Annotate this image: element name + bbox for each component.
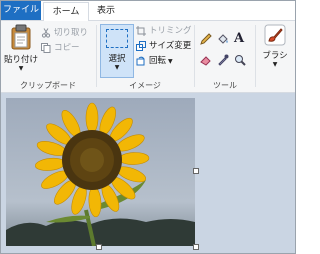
fill-button[interactable]: [217, 33, 229, 48]
brush-label: ブラシ: [262, 51, 288, 61]
tools-group-label: ツール: [213, 81, 237, 90]
tab-view[interactable]: 表示: [89, 2, 123, 20]
color-picker-button[interactable]: [217, 54, 229, 69]
group-divider: [194, 25, 195, 87]
resize-handle-bottom[interactable]: [96, 244, 102, 250]
tab-file[interactable]: ファイル: [1, 1, 41, 20]
crop-button[interactable]: トリミング: [136, 25, 192, 38]
select-button[interactable]: 選択 ▼: [100, 24, 134, 78]
resize-handle-corner[interactable]: [193, 244, 199, 250]
group-divider: [255, 25, 256, 87]
selection-icon: [106, 29, 128, 48]
resize-button[interactable]: サイズ変更: [136, 40, 191, 53]
chevron-down-icon: ▼: [114, 64, 120, 71]
clipboard-group-label: クリップボード: [20, 81, 76, 90]
clipboard-icon: [11, 24, 31, 50]
pencil-button[interactable]: [200, 33, 212, 48]
group-divider: [96, 25, 97, 87]
rotate-icon: [136, 56, 146, 66]
crop-label: トリミング: [149, 26, 192, 36]
copy-icon: [41, 42, 51, 53]
eyedropper-icon: [218, 54, 229, 66]
chevron-down-icon: ▼: [18, 65, 24, 72]
copy-label: コピー: [54, 43, 80, 53]
eraser-button[interactable]: [200, 54, 212, 69]
scissors-icon: [41, 27, 51, 38]
tab-home[interactable]: ホーム: [43, 2, 89, 22]
sunflower-image[interactable]: [6, 98, 195, 246]
magnifier-button[interactable]: [234, 54, 246, 69]
crop-icon: [136, 25, 146, 36]
select-label: 選択: [108, 54, 126, 64]
chevron-down-icon: ▼: [272, 61, 278, 68]
ribbon-tabs: ファイル ホーム 表示: [1, 1, 295, 22]
cut-label: 切り取り: [54, 28, 89, 38]
resize-label: サイズ変更: [149, 41, 192, 51]
copy-button[interactable]: コピー: [41, 42, 80, 55]
pencil-icon: [200, 33, 212, 45]
paste-label: 貼り付け: [4, 55, 39, 65]
cut-button[interactable]: 切り取り: [41, 27, 88, 40]
ribbon: 貼り付け ▼ 切り取り コピー クリップボード 選択 ▼ トリミング サイズ変更…: [1, 21, 295, 93]
resize-icon: [136, 40, 146, 51]
text-icon[interactable]: A: [234, 31, 244, 46]
rotate-label: 回転: [149, 56, 167, 66]
resize-handle-right[interactable]: [193, 168, 199, 174]
brush-icon: [264, 24, 286, 46]
paste-button[interactable]: 貼り付け ▼: [4, 24, 38, 72]
magnifier-icon: [235, 55, 246, 66]
rotate-button[interactable]: 回転 ▼: [136, 55, 173, 68]
brush-button[interactable]: ブラシ ▼: [258, 24, 292, 68]
chevron-down-icon: ▼: [168, 58, 173, 65]
eraser-icon: [200, 56, 211, 66]
image-group-label: イメージ: [129, 81, 161, 90]
paint-bucket-icon: [218, 34, 228, 44]
